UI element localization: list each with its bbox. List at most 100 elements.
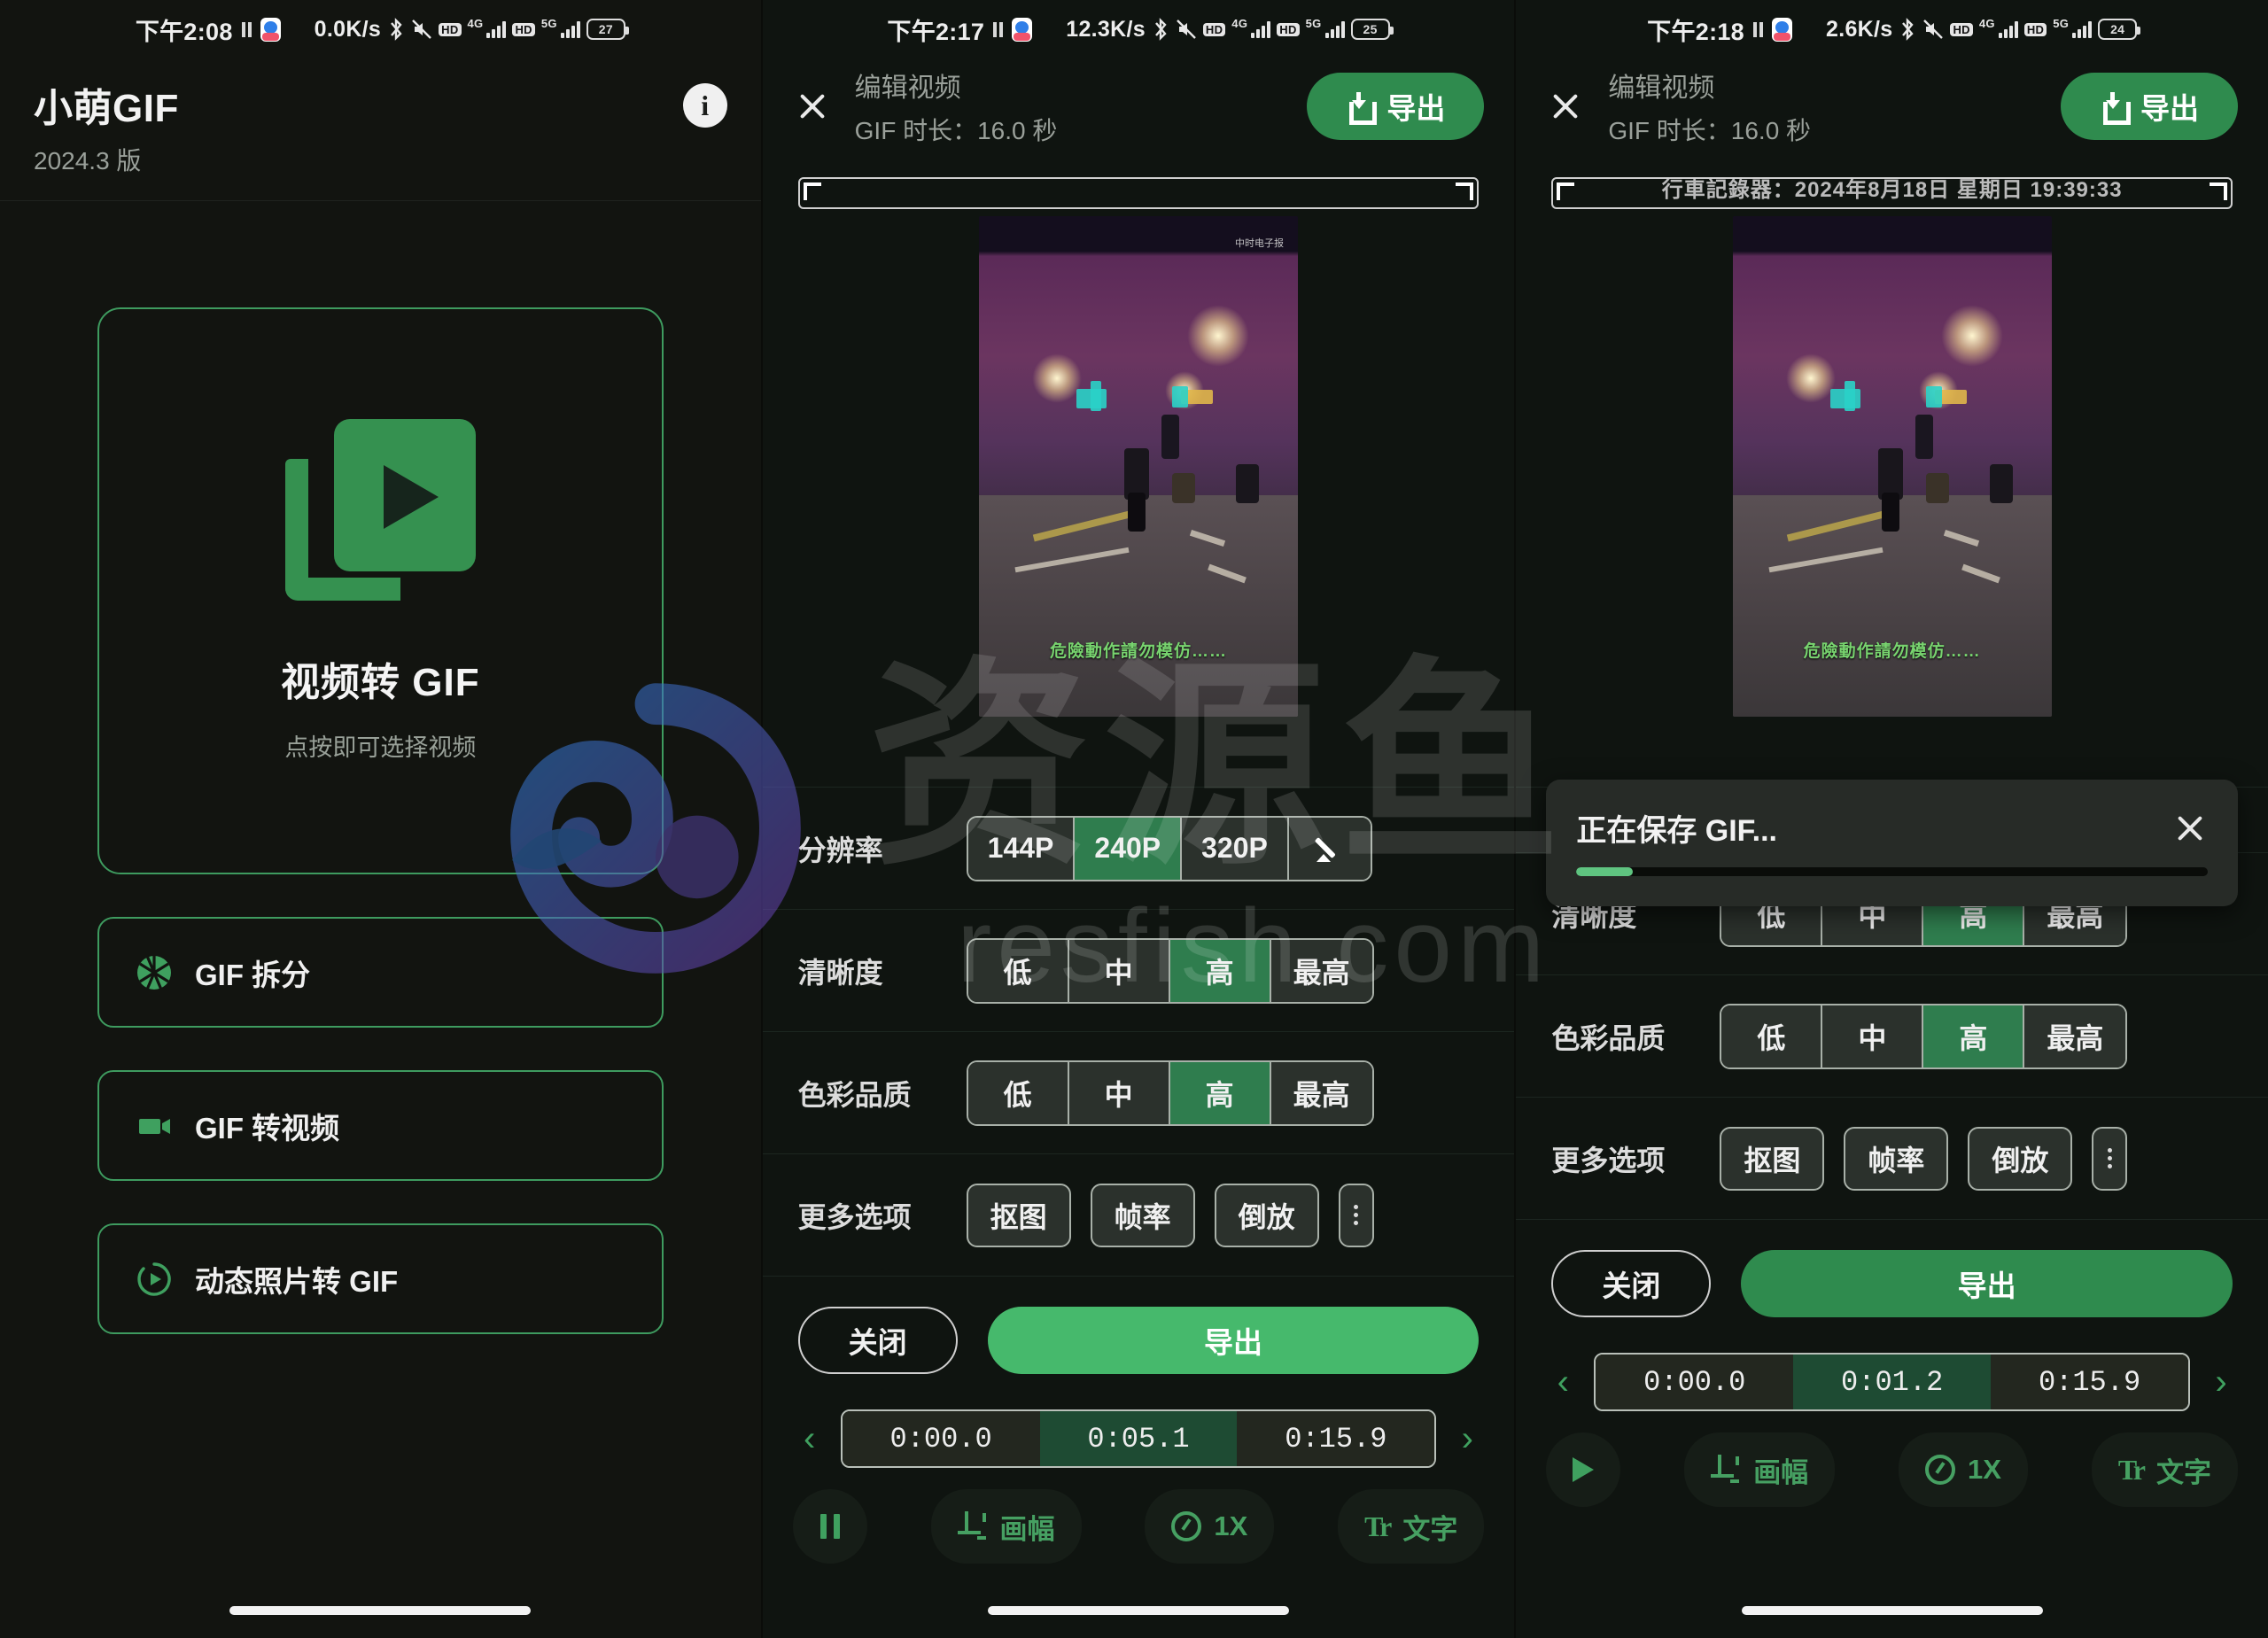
more-options-chips[interactable]: 抠图 帧率 倒放	[1720, 1126, 2128, 1191]
speedometer-icon	[1171, 1511, 1202, 1541]
chip-framerate[interactable]: 帧率	[1090, 1183, 1195, 1247]
color-option-highest[interactable]: 最高	[2024, 1005, 2126, 1067]
color-option-high[interactable]: 高	[1923, 1005, 2025, 1067]
more-options-chips[interactable]: 抠图 帧率 倒放	[966, 1183, 1374, 1247]
phone-screen-home: 下午2:08 0.0K/s HD 4G HD 5G 27 小萌GIF 2024.…	[0, 0, 761, 1638]
bluetooth-icon	[1899, 18, 1916, 41]
color-option-medium[interactable]: 中	[1822, 1005, 1924, 1067]
video-preview-area[interactable]: 行車記錄器：2024年8月18日 星期日 19:39:33 危險動作請勿模仿……	[1516, 167, 2268, 787]
close-button[interactable]: 关闭	[1551, 1250, 1712, 1317]
hd-icon-1: HD	[1950, 22, 1973, 36]
color-option-low[interactable]: 低	[967, 1061, 1069, 1124]
playback-toggle-button[interactable]	[792, 1489, 867, 1564]
speed-label: 1X	[1968, 1454, 2001, 1485]
bluetooth-icon	[387, 18, 405, 41]
chevron-right-icon[interactable]: ›	[1447, 1419, 1487, 1459]
dialog-close-icon[interactable]	[2172, 811, 2208, 846]
app-header: 小萌GIF 2024.3 版 i	[0, 51, 761, 200]
aperture-icon	[135, 953, 174, 992]
video-datebar-overlay: 行車記錄器：2024年8月18日 星期日 19:39:33	[1661, 178, 2123, 202]
chip-more-overflow[interactable]	[1338, 1183, 1374, 1247]
timeline-end[interactable]: 0:15.9	[1237, 1411, 1435, 1466]
info-button[interactable]: i	[682, 83, 727, 128]
play-icon	[1573, 1457, 1595, 1482]
setting-label: 更多选项	[1551, 1144, 1666, 1176]
crop-tool-button[interactable]: 画幅	[930, 1489, 1082, 1564]
export-top-button[interactable]: 导出	[1307, 73, 1485, 140]
pause-icon	[819, 1514, 840, 1539]
timeline-control[interactable]: ‹ 0:00.0 0:05.1 0:15.9 ›	[763, 1401, 1515, 1468]
export-top-button[interactable]: 导出	[2061, 73, 2238, 140]
timeline-start[interactable]: 0:00.0	[842, 1411, 1040, 1466]
speed-tool-button[interactable]: 1X	[1145, 1489, 1275, 1564]
timeline-start[interactable]: 0:00.0	[1596, 1355, 1794, 1409]
close-icon[interactable]	[793, 87, 832, 126]
clarity-option-highest[interactable]: 最高	[1270, 939, 1372, 1002]
close-icon[interactable]	[1546, 87, 1585, 126]
color-option-low[interactable]: 低	[1721, 1005, 1823, 1067]
chevron-right-icon[interactable]: ›	[2201, 1362, 2241, 1402]
timeline-end[interactable]: 0:15.9	[1991, 1355, 2188, 1409]
resolution-option-240p[interactable]: 240P	[1075, 817, 1183, 880]
color-quality-segmented-control[interactable]: 低 中 高 最高	[1720, 1003, 2128, 1069]
speed-tool-button[interactable]: 1X	[1899, 1432, 2028, 1507]
timeline-current[interactable]: 0:01.2	[1793, 1355, 1992, 1409]
chevron-left-icon[interactable]: ‹	[789, 1419, 830, 1459]
saving-gif-dialog: 正在保存 GIF...	[1546, 780, 2238, 906]
status-time: 下午2:18	[1647, 18, 1744, 45]
color-quality-segmented-control[interactable]: 低 中 高 最高	[966, 1060, 1374, 1126]
chip-reverse[interactable]: 倒放	[1968, 1126, 2073, 1191]
text-tool-button[interactable]: Tr 文字	[2091, 1432, 2238, 1507]
clarity-segmented-control[interactable]: 低 中 高 最高	[966, 937, 1374, 1004]
chip-reverse[interactable]: 倒放	[1214, 1183, 1319, 1247]
option-live-photo-to-gif[interactable]: 动态照片转 GIF	[97, 1223, 664, 1334]
timeline-current[interactable]: 0:05.1	[1039, 1411, 1238, 1466]
text-label: 文字	[2156, 1456, 2211, 1488]
chip-framerate[interactable]: 帧率	[1844, 1126, 1949, 1191]
chip-matting[interactable]: 抠图	[966, 1183, 1071, 1247]
clarity-option-medium[interactable]: 中	[1068, 939, 1170, 1002]
pencil-icon	[1316, 835, 1343, 862]
timeline-control[interactable]: ‹ 0:00.0 0:01.2 0:15.9 ›	[1516, 1344, 2268, 1411]
setting-label: 色彩品质	[1551, 1021, 1666, 1054]
video-preview-area[interactable]: 中时电子报 危險動作請勿模仿……	[763, 167, 1515, 787]
download-icon	[1346, 92, 1378, 125]
clarity-option-low[interactable]: 低	[967, 939, 1069, 1002]
resolution-custom-button[interactable]	[1288, 817, 1371, 880]
setting-row-more-options: 更多选项 抠图 帧率 倒放	[1516, 1097, 2268, 1219]
setting-row-color-quality: 色彩品质 低 中 高 最高	[762, 1031, 1515, 1153]
color-option-medium[interactable]: 中	[1068, 1061, 1170, 1124]
playback-toggle-button[interactable]	[1546, 1432, 1621, 1507]
export-button[interactable]: 导出	[1741, 1250, 2233, 1317]
resolution-option-144p[interactable]: 144P	[967, 817, 1076, 880]
editor-header: 编辑视频 GIF 时长：16.0 秒 导出	[763, 51, 1515, 167]
mute-icon	[411, 19, 432, 40]
video-to-gif-card[interactable]: 视频转 GIF 点按即可选择视频	[97, 307, 664, 874]
color-option-highest[interactable]: 最高	[1270, 1061, 1372, 1124]
signal-bars-2	[560, 20, 580, 38]
battery-indicator: 24	[2098, 19, 2141, 40]
header-divider	[0, 200, 761, 201]
chip-matting[interactable]: 抠图	[1720, 1126, 1825, 1191]
home-indicator	[763, 1606, 1515, 1615]
chevron-left-icon[interactable]: ‹	[1542, 1362, 1583, 1402]
hd-icon-1: HD	[439, 22, 462, 36]
chip-more-overflow[interactable]	[2092, 1126, 2128, 1191]
timeline-segments[interactable]: 0:00.0 0:01.2 0:15.9	[1594, 1353, 2190, 1411]
export-button[interactable]: 导出	[987, 1307, 1480, 1374]
export-label: 导出	[1386, 92, 1446, 125]
close-button[interactable]: 关闭	[797, 1307, 958, 1374]
crop-tool-button[interactable]: 画幅	[1684, 1432, 1836, 1507]
resolution-segmented-control[interactable]: 144P 240P 320P	[966, 815, 1372, 881]
clarity-option-high[interactable]: 高	[1169, 939, 1271, 1002]
option-gif-split[interactable]: GIF 拆分	[97, 917, 664, 1028]
option-gif-to-video[interactable]: GIF 转视频	[97, 1070, 664, 1181]
card-subtitle: 点按即可选择视频	[284, 734, 477, 761]
video-caption: 危險動作請勿模仿……	[1803, 642, 1981, 661]
color-option-high[interactable]: 高	[1169, 1061, 1271, 1124]
timeline-segments[interactable]: 0:00.0 0:05.1 0:15.9	[840, 1409, 1437, 1468]
video-to-gif-icon	[284, 419, 476, 601]
resolution-option-320p[interactable]: 320P	[1182, 817, 1289, 880]
text-tool-button[interactable]: Tr 文字	[1338, 1489, 1485, 1564]
setting-label: 分辨率	[797, 834, 883, 866]
